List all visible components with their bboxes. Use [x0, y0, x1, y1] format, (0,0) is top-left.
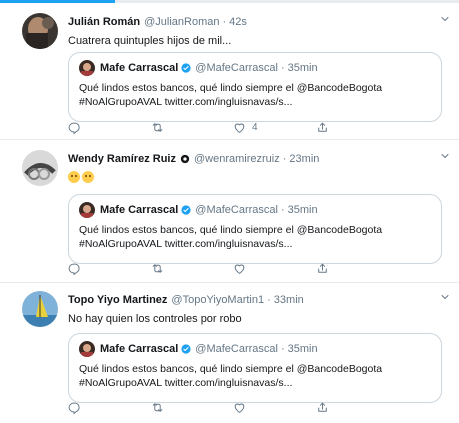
quoted-author-handle: @MafeCarrascal — [195, 343, 278, 355]
avatar[interactable] — [22, 291, 58, 327]
author-handle[interactable]: @JulianRoman — [144, 16, 219, 28]
share-icon — [316, 121, 329, 134]
like-button[interactable] — [233, 260, 316, 276]
retweet-button[interactable] — [151, 399, 234, 415]
quoted-author-name: Mafe Carrascal — [100, 343, 179, 355]
tweet-timestamp[interactable]: 33min — [274, 294, 304, 306]
quoted-timestamp: 35min — [287, 62, 318, 74]
verified-badge-icon — [181, 344, 191, 354]
quoted-timestamp: 35min — [287, 204, 318, 216]
retweet-button[interactable] — [151, 119, 234, 135]
tweet-timestamp[interactable]: 23min — [289, 153, 319, 165]
share-button[interactable] — [316, 260, 399, 276]
quoted-timestamp: 35min — [287, 343, 318, 355]
frowning-face-icon — [82, 171, 94, 183]
author-name[interactable]: Wendy Ramírez Ruiz — [68, 153, 176, 165]
author-name[interactable]: Julián Román — [68, 16, 140, 28]
separator-dot: · — [280, 343, 285, 355]
heart-icon — [233, 262, 246, 275]
share-button[interactable] — [316, 119, 399, 135]
quoted-tweet[interactable]: Mafe Carrascal @MafeCarrascal · 35min Qu… — [68, 194, 442, 264]
reply-button[interactable] — [68, 260, 151, 276]
reply-icon — [68, 121, 81, 134]
like-button[interactable]: 4 — [233, 119, 316, 135]
separator-dot: · — [222, 16, 227, 28]
reply-button[interactable] — [68, 119, 151, 135]
separator-dot: · — [280, 204, 285, 216]
tweet-item[interactable]: Julián Román @JulianRoman · 42s Cuatrera… — [0, 3, 459, 140]
heart-icon — [233, 401, 246, 414]
avatar[interactable] — [22, 13, 58, 49]
quoted-author-name: Mafe Carrascal — [100, 62, 179, 74]
author-name[interactable]: Topo Yiyo Martinez — [68, 294, 167, 306]
settings-badge-icon — [180, 154, 190, 164]
quoted-text: Qué lindos estos bancos, qué lindo siemp… — [79, 363, 383, 389]
author-handle[interactable]: @wenramirezruiz — [194, 153, 280, 165]
heart-icon — [233, 121, 246, 134]
reply-button[interactable] — [68, 399, 151, 415]
tweet-text — [68, 171, 449, 185]
verified-badge-icon — [181, 205, 191, 215]
reply-icon — [68, 401, 81, 414]
retweet-icon — [151, 401, 164, 414]
share-icon — [316, 262, 329, 275]
retweet-button[interactable] — [151, 260, 234, 276]
quoted-avatar — [79, 341, 95, 357]
separator-dot: · — [282, 153, 287, 165]
quoted-author-handle: @MafeCarrascal — [195, 62, 278, 74]
quoted-text: Qué lindos estos bancos, qué lindo siemp… — [79, 224, 383, 250]
verified-badge-icon — [181, 63, 191, 73]
chevron-down-icon[interactable] — [439, 13, 451, 25]
chevron-down-icon[interactable] — [439, 150, 451, 162]
quoted-avatar — [79, 202, 95, 218]
quoted-avatar — [79, 60, 95, 76]
quoted-author-handle: @MafeCarrascal — [195, 204, 278, 216]
tweet-item[interactable]: Topo Yiyo Martinez @TopoYiyoMartin1 · 33… — [0, 283, 459, 423]
quoted-author-name: Mafe Carrascal — [100, 204, 179, 216]
chevron-down-icon[interactable] — [439, 291, 451, 303]
tweet-text: Cuatrera quintuples hijos de mil... — [68, 35, 232, 47]
retweet-icon — [151, 262, 164, 275]
share-icon — [316, 401, 329, 414]
quoted-tweet[interactable]: Mafe Carrascal @MafeCarrascal · 35min Qu… — [68, 52, 442, 122]
reply-icon — [68, 262, 81, 275]
frowning-face-icon — [68, 171, 80, 183]
separator-dot: · — [280, 62, 285, 74]
separator-dot: · — [267, 294, 271, 306]
author-handle[interactable]: @TopoYiyoMartin1 — [171, 294, 264, 306]
tweet-text: No hay quien los controles por robo — [68, 313, 242, 325]
quoted-tweet[interactable]: Mafe Carrascal @MafeCarrascal · 35min Qu… — [68, 333, 442, 403]
like-count: 4 — [252, 121, 258, 133]
tweet-timestamp[interactable]: 42s — [229, 16, 247, 28]
retweet-icon — [151, 121, 164, 134]
quoted-text: Qué lindos estos bancos, qué lindo siemp… — [79, 82, 383, 108]
avatar[interactable] — [22, 150, 58, 186]
like-button[interactable] — [233, 399, 316, 415]
tweet-item[interactable]: Wendy Ramírez Ruiz @wenramirezruiz · 23m… — [0, 140, 459, 283]
share-button[interactable] — [316, 399, 399, 415]
